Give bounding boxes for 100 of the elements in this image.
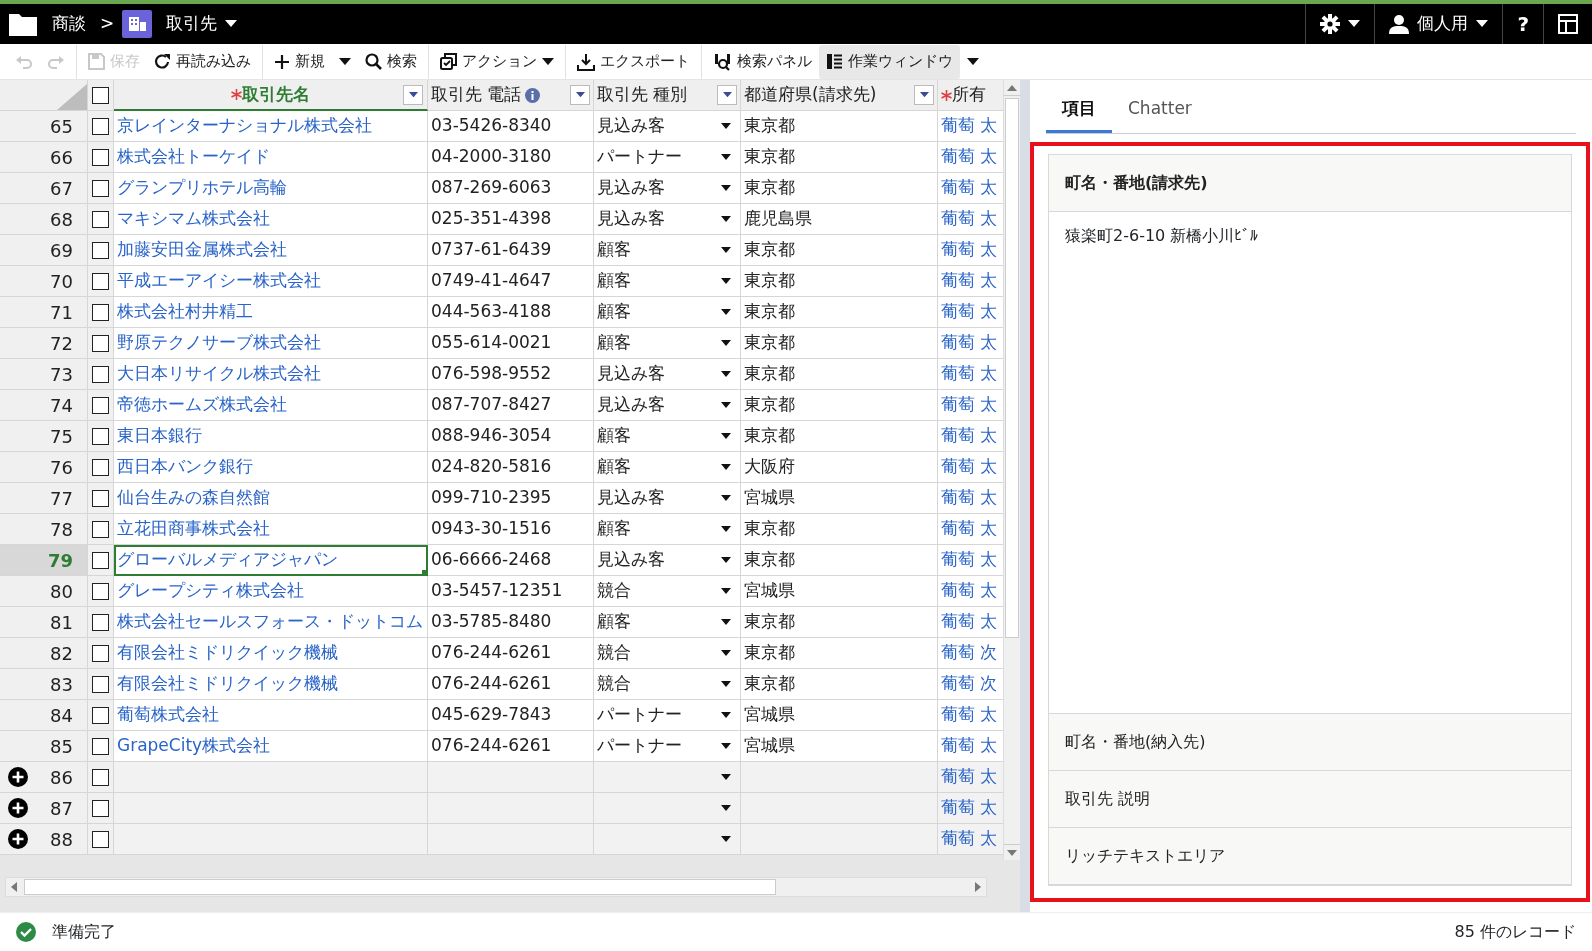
filter-button[interactable] <box>570 85 590 105</box>
account-link[interactable]: GrapeCity株式会社 <box>114 731 428 762</box>
dropdown-cell[interactable]: 見込み客 <box>594 359 741 390</box>
account-link[interactable]: 大日本リサイクル株式会社 <box>114 359 428 390</box>
owner-link[interactable]: 葡萄 太 <box>938 297 1003 328</box>
row-checkbox[interactable] <box>92 148 109 166</box>
arrow-right-icon[interactable] <box>975 882 981 892</box>
row-checkbox[interactable] <box>92 799 109 817</box>
owner-link[interactable]: 葡萄 次 <box>938 638 1003 669</box>
owner-link[interactable]: 葡萄 太 <box>938 266 1003 297</box>
dropdown-cell[interactable]: 競合 <box>594 669 741 700</box>
row-checkbox[interactable] <box>92 241 109 259</box>
dropdown-cell[interactable]: 顧客 <box>594 266 741 297</box>
section-header[interactable]: 町名・番地(納入先) <box>1049 713 1571 771</box>
row-checkbox[interactable] <box>92 334 109 352</box>
dropdown-cell[interactable]: 顧客 <box>594 235 741 266</box>
dropdown-cell[interactable]: パートナー <box>594 731 741 762</box>
reload-button[interactable]: 再読み込み <box>147 44 258 79</box>
arrow-left-icon[interactable] <box>11 882 17 892</box>
row-checkbox[interactable] <box>92 303 109 321</box>
export-button[interactable]: エクスポート <box>570 44 697 79</box>
account-link[interactable]: 平成エーアイシー株式会社 <box>114 266 428 297</box>
owner-link[interactable]: 葡萄 太 <box>938 111 1003 142</box>
account-link[interactable]: 株式会社セールスフォース・ドットコム <box>114 607 428 638</box>
owner-link[interactable]: 葡萄 太 <box>938 700 1003 731</box>
row-checkbox[interactable] <box>92 458 109 476</box>
dropdown-cell[interactable]: 見込み客 <box>594 545 741 576</box>
dropdown-cell[interactable] <box>594 762 741 793</box>
owner-link[interactable]: 葡萄 太 <box>938 607 1003 638</box>
owner-link[interactable]: 葡萄 太 <box>938 204 1003 235</box>
account-link[interactable]: 株式会社村井精工 <box>114 297 428 328</box>
dropdown-cell[interactable] <box>594 824 741 855</box>
dropdown-cell[interactable]: 見込み客 <box>594 483 741 514</box>
owner-link[interactable]: 葡萄 太 <box>938 793 1003 824</box>
section-header[interactable]: リッチテキストエリア <box>1049 827 1571 885</box>
dropdown-cell[interactable]: 競合 <box>594 638 741 669</box>
account-link[interactable]: 加藤安田金属株式会社 <box>114 235 428 266</box>
column-header[interactable]: 取引先名 <box>114 80 428 111</box>
dropdown-cell[interactable]: 顧客 <box>594 514 741 545</box>
select-all-checkbox[interactable] <box>92 86 109 104</box>
account-link[interactable]: 帝徳ホームズ株式会社 <box>114 390 428 421</box>
account-link[interactable]: 東日本銀行 <box>114 421 428 452</box>
account-link[interactable]: 野原テクノサーブ株式会社 <box>114 328 428 359</box>
owner-link[interactable]: 葡萄 太 <box>938 328 1003 359</box>
owner-link[interactable]: 葡萄 太 <box>938 731 1003 762</box>
search-panel-button[interactable]: 検索パネル <box>706 44 819 79</box>
row-checkbox[interactable] <box>92 613 109 631</box>
dropdown-cell[interactable]: 競合 <box>594 576 741 607</box>
column-header[interactable]: 取引先 種別 <box>594 80 741 111</box>
owner-link[interactable]: 葡萄 太 <box>938 824 1003 855</box>
dropdown-cell[interactable] <box>594 793 741 824</box>
arrow-down-icon[interactable] <box>1007 849 1017 856</box>
row-checkbox[interactable] <box>92 520 109 538</box>
owner-link[interactable]: 葡萄 太 <box>938 762 1003 793</box>
account-link[interactable]: グランプリホテル高輪 <box>114 173 428 204</box>
section-header[interactable]: 町名・番地(請求先) <box>1049 154 1571 212</box>
owner-link[interactable]: 葡萄 太 <box>938 576 1003 607</box>
account-link[interactable]: グローバルメディアジャパン <box>114 545 428 576</box>
account-link[interactable]: 有限会社ミドリクイック機械 <box>114 669 428 700</box>
account-link[interactable]: 立花田商事株式会社 <box>114 514 428 545</box>
dropdown-cell[interactable]: 見込み客 <box>594 173 741 204</box>
account-link[interactable]: 株式会社トーケイド <box>114 142 428 173</box>
owner-link[interactable]: 葡萄 太 <box>938 235 1003 266</box>
owner-link[interactable]: 葡萄 太 <box>938 390 1003 421</box>
account-link[interactable]: 京レインターナショナル株式会社 <box>114 111 428 142</box>
owner-link[interactable]: 葡萄 太 <box>938 483 1003 514</box>
account-link[interactable]: 西日本バンク銀行 <box>114 452 428 483</box>
dropdown-cell[interactable]: 見込み客 <box>594 204 741 235</box>
panel-tab[interactable]: Chatter <box>1112 88 1208 133</box>
owner-link[interactable]: 葡萄 太 <box>938 421 1003 452</box>
row-checkbox[interactable] <box>92 737 109 755</box>
row-checkbox[interactable] <box>92 365 109 383</box>
new-button[interactable]: 新規 <box>267 44 332 79</box>
dropdown-cell[interactable]: 見込み客 <box>594 111 741 142</box>
row-checkbox[interactable] <box>92 582 109 600</box>
section-header[interactable]: 取引先 説明 <box>1049 770 1571 828</box>
dropdown-cell[interactable]: 顧客 <box>594 421 741 452</box>
search-button[interactable]: 検索 <box>358 44 424 79</box>
breadcrumb-link[interactable]: 商談 <box>46 11 92 37</box>
dropdown-cell[interactable]: 顧客 <box>594 297 741 328</box>
filter-button[interactable] <box>914 85 934 105</box>
owner-link[interactable]: 葡萄 次 <box>938 669 1003 700</box>
row-checkbox[interactable] <box>92 427 109 445</box>
dropdown-cell[interactable]: 顧客 <box>594 452 741 483</box>
filter-button[interactable] <box>403 84 423 105</box>
row-checkbox[interactable] <box>92 272 109 290</box>
row-checkbox[interactable] <box>92 830 109 848</box>
filter-button[interactable] <box>717 85 737 105</box>
account-link[interactable]: 仙台生みの森自然館 <box>114 483 428 514</box>
owner-link[interactable]: 葡萄 太 <box>938 514 1003 545</box>
column-header[interactable]: 都道府県(請求先) <box>741 80 938 111</box>
action-button[interactable]: アクション <box>433 44 561 79</box>
dropdown-cell[interactable]: パートナー <box>594 142 741 173</box>
column-header[interactable]: 所有 <box>938 80 1003 111</box>
work-window-button[interactable]: 作業ウィンドウ <box>819 44 960 79</box>
row-checkbox[interactable] <box>92 675 109 693</box>
dropdown-cell[interactable]: パートナー <box>594 700 741 731</box>
row-checkbox[interactable] <box>92 210 109 228</box>
horizontal-scrollbar[interactable] <box>5 877 987 897</box>
account-link[interactable]: 葡萄株式会社 <box>114 700 428 731</box>
